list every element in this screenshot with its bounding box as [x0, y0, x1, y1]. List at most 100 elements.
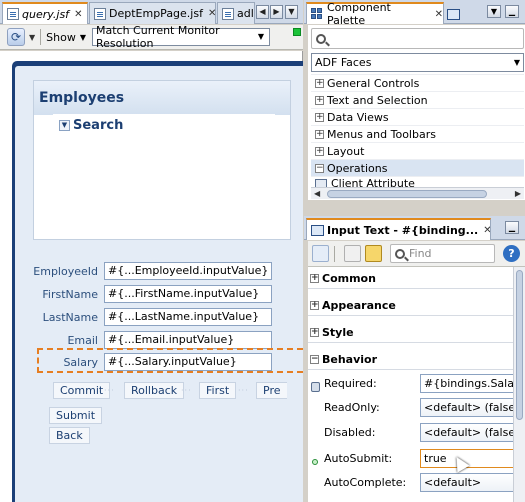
- search-label: Search: [73, 118, 124, 133]
- submit-button[interactable]: Submit: [49, 407, 103, 424]
- edit-pencil-icon[interactable]: [344, 245, 361, 262]
- category-label: Menus and Toolbars: [327, 127, 436, 141]
- minimize-icon[interactable]: ▁: [505, 221, 519, 234]
- chevron-down-icon: ▼: [79, 32, 86, 42]
- section-label: Common: [322, 272, 376, 285]
- modified-dot-icon: [312, 458, 318, 465]
- property-label-wrap: ReadOnly:: [308, 401, 418, 414]
- palette-category-text-and-selection[interactable]: + Text and Selection: [311, 91, 524, 108]
- previous-button[interactable]: Pre: [256, 382, 287, 399]
- resolution-select[interactable]: Match Current Monitor Resolution ▼: [92, 24, 270, 50]
- tab-label: Input Text - #{binding...: [327, 223, 479, 237]
- tab-query-jsf[interactable]: query.jsf ✕: [2, 2, 88, 24]
- scroll-left-icon[interactable]: ◀: [314, 189, 320, 198]
- category-label: Layout: [327, 144, 365, 158]
- palette-category-layout[interactable]: + Layout: [311, 142, 524, 159]
- collapse-icon[interactable]: −: [310, 355, 319, 364]
- section-behavior[interactable]: − Behavior: [308, 350, 513, 370]
- find-placeholder: Find: [409, 247, 432, 260]
- lastname-input[interactable]: #{...LastName.inputValue}: [104, 308, 272, 326]
- palette-category-data-views[interactable]: + Data Views: [311, 108, 524, 125]
- tab-adl[interactable]: adl: [217, 2, 255, 24]
- autocomplete-select[interactable]: <default>: [420, 472, 515, 492]
- library-value: ADF Faces: [315, 56, 372, 69]
- refresh-icon[interactable]: ⟳: [7, 28, 25, 46]
- field-label: LastName: [42, 310, 98, 324]
- close-icon[interactable]: ✕: [435, 9, 443, 20]
- show-menu-button[interactable]: Show ▼: [46, 31, 86, 44]
- search-icon: [395, 248, 405, 259]
- minimize-icon[interactable]: ▁: [505, 5, 519, 18]
- collapse-icon[interactable]: −: [315, 163, 324, 173]
- tab-label: DeptEmpPage.jsf: [109, 7, 203, 20]
- palette-category-menus-and-toolbars[interactable]: + Menus and Toolbars: [311, 125, 524, 142]
- palette-item-client-attribute[interactable]: Client Attribute: [311, 176, 524, 187]
- palette-category-operations[interactable]: − Operations: [311, 159, 524, 176]
- expand-icon[interactable]: +: [310, 274, 319, 283]
- first-button[interactable]: First: [199, 382, 237, 399]
- expand-icon[interactable]: +: [310, 328, 319, 337]
- expand-icon[interactable]: +: [315, 78, 324, 88]
- vertical-scrollbar[interactable]: [513, 267, 525, 502]
- email-input[interactable]: #{...Email.inputValue}: [104, 331, 272, 349]
- scrollbar-thumb[interactable]: [516, 270, 523, 420]
- separator-dots: ···: [181, 386, 192, 395]
- chevron-down-icon[interactable]: ▼: [29, 33, 35, 42]
- section-common[interactable]: + Common: [308, 269, 513, 289]
- jsf-file-icon: [7, 8, 19, 20]
- tab-resource-palette[interactable]: [445, 4, 465, 24]
- required-value[interactable]: #{bindings.Salary.: [420, 373, 515, 393]
- library-select[interactable]: ADF Faces ▼: [311, 53, 524, 72]
- show-label: Show: [46, 30, 76, 44]
- bind-icon[interactable]: [365, 245, 382, 262]
- close-icon[interactable]: ✕: [74, 9, 82, 20]
- help-icon[interactable]: ?: [503, 245, 520, 262]
- jsf-file-icon: [94, 7, 106, 20]
- file-icon: [222, 7, 234, 20]
- expand-icon[interactable]: +: [310, 301, 319, 310]
- select-in-editor-icon[interactable]: [312, 245, 329, 262]
- section-appearance[interactable]: + Appearance: [308, 296, 513, 316]
- palette-search-input[interactable]: [311, 28, 524, 49]
- item-label: Client Attribute: [331, 177, 415, 187]
- property-readonly: ReadOnly: <default> (false): [308, 396, 515, 418]
- commit-button[interactable]: Commit: [53, 382, 111, 399]
- editor-tab-bar: query.jsf ✕ DeptEmpPage.jsf ✕ adl ◀ ▶ ▼: [0, 0, 303, 24]
- close-icon[interactable]: ✕: [483, 225, 490, 236]
- employeeid-input[interactable]: #{...EmployeeId.inputValue}: [104, 262, 272, 280]
- palette-category-general-controls[interactable]: + General Controls: [311, 74, 524, 91]
- expand-icon[interactable]: +: [315, 146, 324, 156]
- field-label: FirstName: [42, 287, 98, 301]
- back-button[interactable]: Back: [49, 427, 90, 444]
- readonly-select[interactable]: <default> (false): [420, 397, 515, 417]
- search-header[interactable]: ▼ Search: [53, 114, 275, 137]
- scroll-right-icon[interactable]: ▶: [515, 189, 521, 198]
- scrollbar-thumb[interactable]: [327, 190, 487, 198]
- scroll-tabs-left-icon[interactable]: ◀: [256, 5, 269, 19]
- close-icon[interactable]: ✕: [208, 8, 215, 19]
- firstname-input[interactable]: #{...FirstName.inputValue}: [104, 285, 272, 303]
- section-style[interactable]: + Style: [308, 323, 513, 343]
- find-input[interactable]: Find: [390, 244, 495, 263]
- search-panel[interactable]: ▼ Search: [53, 114, 275, 238]
- disabled-select[interactable]: <default> (false): [420, 422, 515, 442]
- expand-icon[interactable]: +: [315, 95, 324, 105]
- horizontal-scrollbar[interactable]: ◀ ▶: [311, 187, 524, 199]
- separator-dots: ···: [104, 386, 115, 395]
- chevron-down-icon[interactable]: ▼: [59, 120, 70, 131]
- salary-input[interactable]: #{...Salary.inputValue}: [104, 353, 272, 371]
- field-label: Salary: [63, 355, 98, 369]
- form-row-email: Email #{...Email.inputValue}: [24, 331, 272, 349]
- editor-pane: query.jsf ✕ DeptEmpPage.jsf ✕ adl ◀ ▶ ▼ …: [0, 0, 303, 502]
- tab-label: Component Palette: [327, 1, 391, 27]
- tab-property-inspector[interactable]: Input Text - #{binding... ✕: [306, 218, 491, 240]
- tab-deptemppage-jsf[interactable]: DeptEmpPage.jsf ✕: [89, 2, 216, 24]
- category-label: Text and Selection: [327, 93, 428, 107]
- expand-icon[interactable]: +: [315, 112, 324, 122]
- rollback-button[interactable]: Rollback: [124, 382, 185, 399]
- expand-icon[interactable]: +: [315, 129, 324, 139]
- tab-list-dropdown-icon[interactable]: ▼: [285, 5, 298, 19]
- tab-component-palette[interactable]: Component Palette ✕: [306, 1, 444, 27]
- tab-list-dropdown-icon[interactable]: ▼: [487, 5, 501, 18]
- scroll-tabs-right-icon[interactable]: ▶: [270, 5, 283, 19]
